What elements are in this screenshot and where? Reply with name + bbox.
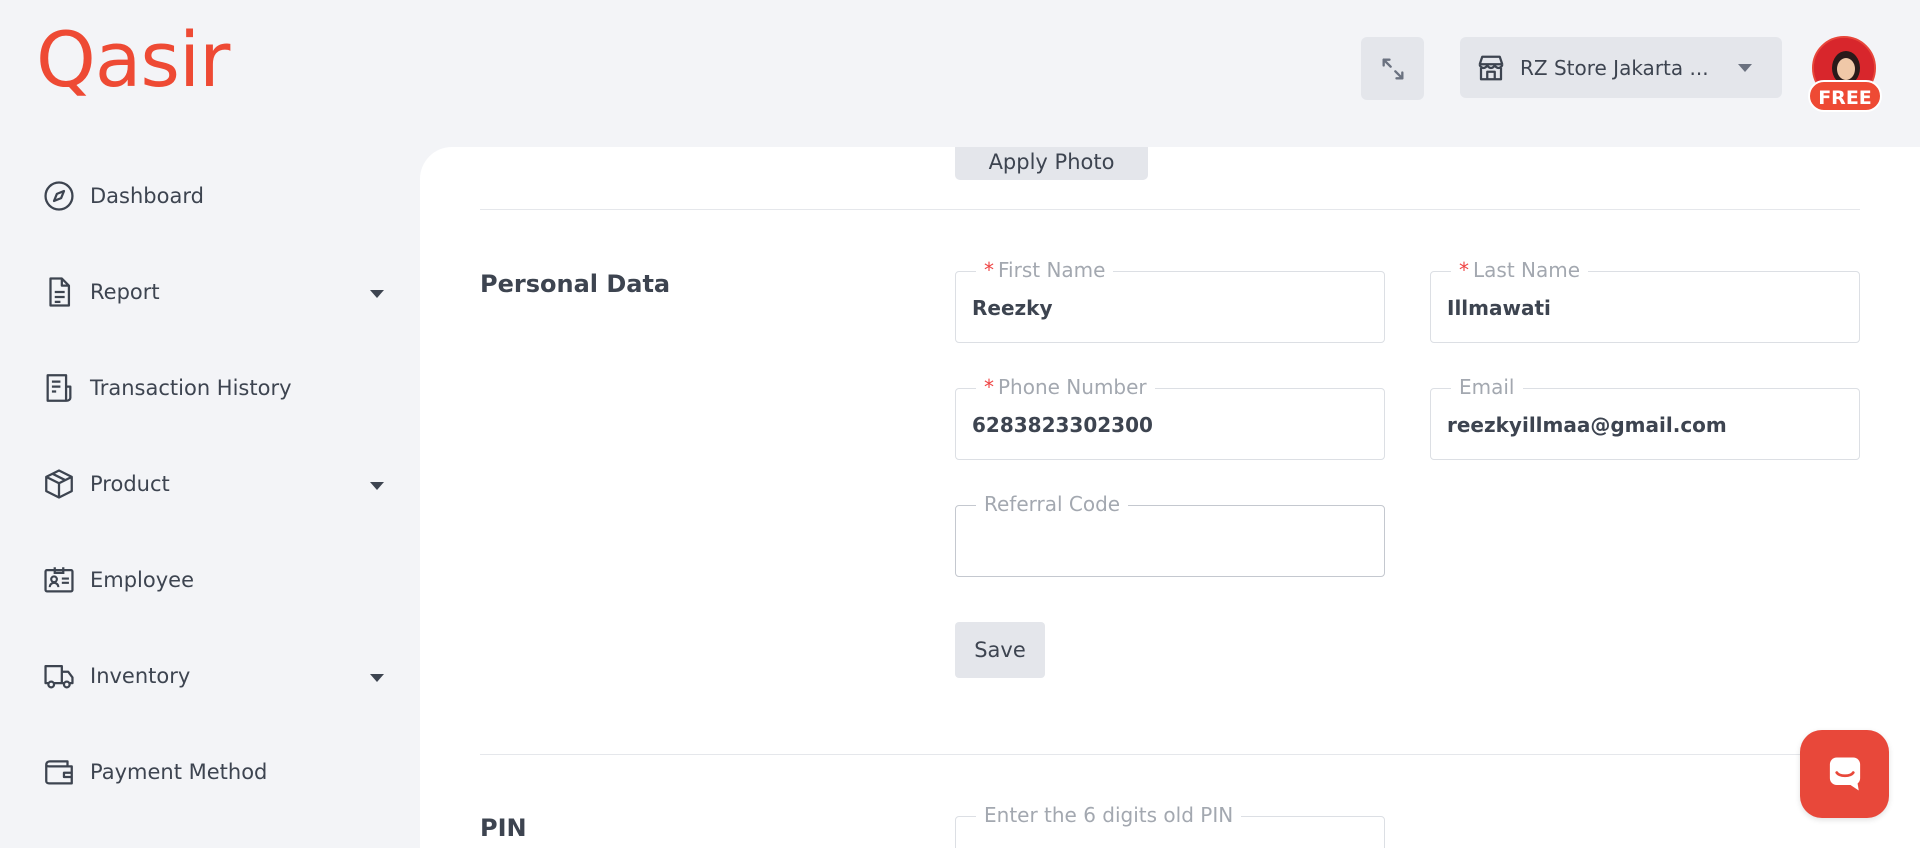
svg-text:Qasir: Qasir — [36, 24, 231, 96]
email-field[interactable]: Email reezkyillmaa@gmail.com — [1430, 375, 1860, 460]
chevron-down-icon — [1738, 63, 1752, 72]
store-selector[interactable]: RZ Store Jakarta ... — [1460, 37, 1782, 98]
last-name-value: Illmawati — [1447, 296, 1551, 320]
first-name-label: * First Name — [976, 258, 1114, 282]
sidebar-item-payment-method[interactable]: Payment Method — [0, 724, 400, 820]
document-icon — [49, 277, 71, 307]
phone-number-value: 6283823302300 — [972, 413, 1153, 437]
required-marker: * — [984, 258, 994, 282]
save-button[interactable]: Save — [955, 622, 1045, 678]
chevron-down-icon — [370, 482, 384, 490]
last-name-label: * Last Name — [1451, 258, 1589, 282]
truck-icon — [44, 664, 74, 689]
sidebar-item-inventory[interactable]: Inventory — [0, 628, 400, 724]
sidebar-item-label: Dashboard — [90, 184, 204, 208]
old-pin-placeholder: Enter the 6 digits old PIN — [976, 803, 1242, 827]
qasir-logo[interactable]: Qasir — [36, 15, 236, 112]
store-name: RZ Store Jakarta ... — [1520, 55, 1709, 80]
sidebar-item-label: Transaction History — [90, 376, 292, 400]
last-name-field[interactable]: * Last Name Illmawati — [1430, 258, 1860, 343]
email-value: reezkyillmaa@gmail.com — [1447, 413, 1727, 437]
first-name-field[interactable]: * First Name Reezky — [955, 258, 1385, 343]
user-menu[interactable]: FREE — [1808, 36, 1882, 116]
chevron-down-icon — [370, 674, 384, 682]
old-pin-field[interactable]: Enter the 6 digits old PIN — [955, 803, 1385, 848]
logo-wordmark: Qasir — [36, 15, 232, 104]
sidebar: Dashboard Report Transaction History Pro… — [0, 148, 400, 820]
sidebar-item-dashboard[interactable]: Dashboard — [0, 148, 400, 244]
box-icon — [45, 469, 73, 499]
phone-number-field[interactable]: * Phone Number 6283823302300 — [955, 375, 1385, 460]
profile-content: Apply Photo Personal Data * First Name Re… — [420, 147, 1920, 848]
receipt-icon — [46, 374, 72, 402]
sidebar-item-label: Product — [90, 472, 170, 496]
sidebar-item-label: Inventory — [90, 664, 191, 688]
chevron-down-icon — [370, 290, 384, 298]
section-divider — [480, 754, 1860, 755]
sidebar-item-label: Report — [90, 280, 160, 304]
compass-icon — [44, 181, 74, 211]
section-divider — [480, 209, 1860, 210]
expand-icon — [1382, 58, 1403, 80]
chat-launcher-button[interactable] — [1800, 730, 1889, 818]
eye-icon[interactable] — [1344, 843, 1368, 848]
email-label: Email — [1451, 375, 1523, 399]
sidebar-item-transaction-history[interactable]: Transaction History — [0, 340, 400, 436]
sidebar-item-label: Employee — [90, 568, 195, 592]
fullscreen-button[interactable] — [1361, 37, 1424, 100]
plan-badge: FREE — [1808, 80, 1882, 112]
sidebar-item-employee[interactable]: Employee — [0, 532, 400, 628]
sidebar-item-product[interactable]: Product — [0, 436, 400, 532]
wallet-icon — [45, 760, 73, 785]
required-marker: * — [984, 375, 994, 399]
sidebar-item-label: Payment Method — [90, 760, 268, 784]
pin-title: PIN — [480, 814, 527, 842]
referral-code-field[interactable]: Referral Code — [955, 492, 1385, 577]
referral-code-label: Referral Code — [976, 492, 1129, 516]
chat-icon — [1829, 757, 1860, 791]
first-name-value: Reezky — [972, 296, 1053, 320]
sidebar-item-report[interactable]: Report — [0, 244, 400, 340]
phone-number-label: * Phone Number — [976, 375, 1155, 399]
app-root: Qasir RZ Store Jakarta ... FREE Dashboar… — [0, 0, 1920, 848]
personal-data-title: Personal Data — [480, 270, 671, 298]
apply-photo-button[interactable]: Apply Photo — [955, 147, 1148, 180]
required-marker: * — [1459, 258, 1469, 282]
store-icon — [1478, 55, 1504, 80]
id-card-icon — [44, 567, 74, 593]
